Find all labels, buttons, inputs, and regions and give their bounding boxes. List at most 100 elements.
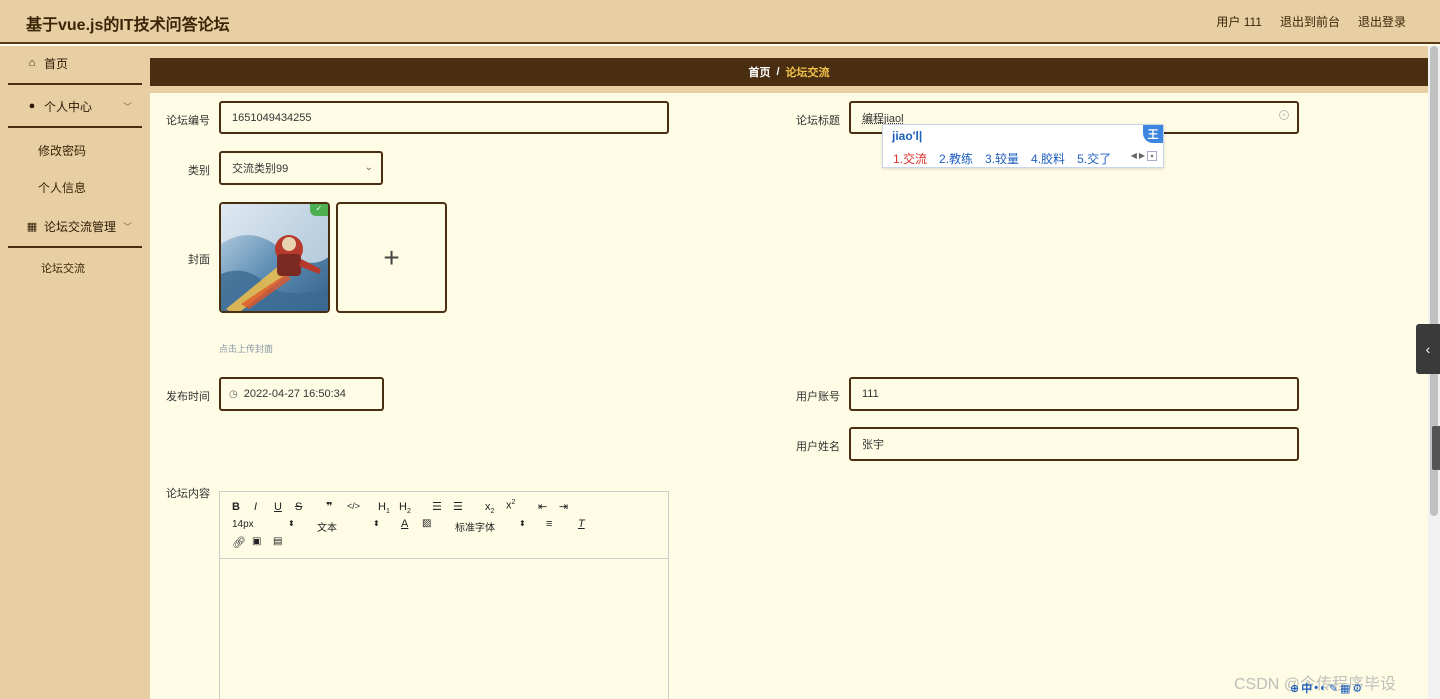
publish-time-label: 发布时间	[166, 391, 210, 403]
forum-id-label: 论坛编号	[166, 115, 210, 127]
user-icon: ●	[28, 100, 36, 112]
subscript-icon[interactable]: x2	[485, 501, 494, 515]
user-account-input[interactable]: 111	[849, 377, 1299, 411]
background-color-icon[interactable]: ▨	[422, 518, 431, 529]
editor-toolbar: B I U S ❞ </> H1 H2 ☰ ☰ x2 x2 ⇤ ⇥ 14px ⬍…	[220, 492, 668, 559]
sidebar-item-label: 个人中心	[44, 99, 93, 114]
ime-candidate[interactable]: 5.交了	[1077, 150, 1111, 167]
ime-candidate[interactable]: 4.胶料	[1031, 150, 1065, 167]
sidebar-item-label: 首页	[44, 56, 69, 71]
next-icon[interactable]: ▶	[1139, 151, 1145, 161]
clear-format-icon[interactable]: T	[578, 518, 585, 530]
prev-icon[interactable]: ◀	[1131, 151, 1137, 161]
rich-text-editor[interactable]: B I U S ❞ </> H1 H2 ☰ ☰ x2 x2 ⇤ ⇥ 14px ⬍…	[219, 491, 669, 699]
sidebar-item-personal-center[interactable]: ● 个人中心 ﹀	[8, 88, 142, 124]
align-icon[interactable]: ≡	[546, 518, 552, 530]
strike-icon[interactable]: S	[295, 501, 302, 513]
underline-icon[interactable]: U	[274, 501, 282, 513]
forum-id-input[interactable]: 1651049434255	[219, 101, 669, 134]
expand-icon[interactable]: ▾	[1147, 151, 1157, 161]
ime-candidate[interactable]: 1.交流	[893, 150, 927, 167]
italic-icon[interactable]: I	[254, 501, 257, 513]
user-name-label: 用户姓名	[796, 441, 840, 453]
check-icon: ✓	[310, 204, 328, 216]
ime-settings-icon: ⚙	[1352, 682, 1363, 695]
font-size-select[interactable]: 14px	[232, 519, 254, 530]
font-family-select[interactable]: 标准字体	[455, 519, 495, 534]
sidebar-item-personal-info[interactable]: 个人信息	[38, 179, 86, 196]
ime-candidate-popup[interactable]: jiao'l| 王 1.交流 2.教练 3.较量 4.胶料 5.交了 ◀ ▶ ▾	[882, 124, 1164, 168]
ime-punct-icon: •	[1314, 682, 1319, 694]
app-title: 基于vue.js的IT技术问答论坛	[26, 17, 230, 34]
category-value: 交流类别99	[232, 163, 289, 175]
sidebar-divider	[8, 83, 142, 85]
text-type-select[interactable]: 文本	[317, 519, 337, 534]
ime-logo-icon: ⊕	[1290, 682, 1300, 695]
ime-tools-icon: ✎	[1328, 682, 1338, 695]
user-account-label: 用户账号	[796, 391, 840, 403]
ime-candidate[interactable]: 2.教练	[939, 150, 973, 167]
sidebar-item-forum-exchange[interactable]: 论坛交流	[41, 260, 85, 276]
ime-pinyin: jiao'l|	[892, 129, 923, 143]
forum-title-label: 论坛标题	[796, 115, 840, 127]
front-link[interactable]: 退出到前台	[1280, 13, 1340, 30]
sidebar-divider	[8, 126, 142, 128]
chevron-updown-icon: ⬍	[373, 519, 380, 528]
image-icon[interactable]: ▣	[252, 536, 261, 547]
bullet-list-icon[interactable]: ☰	[453, 500, 463, 513]
cover-image[interactable]: ✓	[219, 202, 330, 313]
video-icon[interactable]: ▤	[273, 536, 282, 547]
chevron-down-icon: ﹀	[122, 222, 132, 232]
side-widget[interactable]	[1432, 426, 1440, 470]
superscript-icon[interactable]: x2	[506, 499, 515, 512]
link-icon[interactable]: 🔗︎	[232, 536, 246, 549]
sidebar-item-forum-management[interactable]: ▦ 论坛交流管理 ﹀	[8, 208, 142, 244]
ime-candidate[interactable]: 3.较量	[985, 150, 1019, 167]
logout-link[interactable]: 退出登录	[1358, 13, 1406, 30]
publish-time-value: 2022-04-27 16:50:34	[243, 388, 346, 400]
ime-skin-icon: ▦	[1339, 682, 1351, 695]
home-icon: ⌂	[28, 57, 36, 69]
category-label: 类别	[188, 165, 210, 177]
chevron-updown-icon: ⬍	[519, 519, 526, 528]
clear-icon[interactable]: ×	[1279, 110, 1289, 120]
breadcrumb: 首页 / 论坛交流	[150, 58, 1428, 86]
content-label: 论坛内容	[166, 488, 210, 500]
main-strip	[150, 86, 1428, 93]
cover-upload-hint: 点击上传封面	[219, 344, 274, 354]
grid-icon: ▦	[26, 220, 38, 233]
user-label: 用户 111	[1216, 15, 1262, 29]
ime-mode-icon: 中	[1301, 683, 1313, 695]
outdent-icon[interactable]: ⇤	[538, 500, 547, 513]
heading2-icon[interactable]: H2	[399, 501, 411, 515]
code-icon[interactable]: </>	[347, 501, 360, 511]
quote-icon[interactable]: ❞	[326, 500, 332, 513]
sidebar-item-change-password[interactable]: 修改密码	[38, 142, 86, 159]
category-select[interactable]: 交流类别99 ⌄	[219, 151, 383, 185]
ime-status-bar[interactable]: ⊕ 中 • ◐ ✎ ▦ ⚙	[1290, 678, 1362, 698]
sidebar-item-home[interactable]: ⌂ 首页	[8, 45, 142, 81]
main-top-strip	[150, 46, 1428, 58]
chevron-down-icon: ﹀	[122, 102, 132, 112]
indent-icon[interactable]: ⇥	[559, 500, 568, 513]
heading1-icon[interactable]: H1	[378, 501, 390, 515]
ime-candidates: 1.交流 2.教练 3.较量 4.胶料 5.交了	[893, 150, 1111, 167]
top-header: 基于vue.js的IT技术问答论坛 用户 111 退出到前台 退出登录	[0, 0, 1440, 44]
cover-upload-button[interactable]: +	[336, 202, 447, 313]
ordered-list-icon[interactable]: ☰	[432, 500, 442, 513]
cover-label: 封面	[188, 254, 210, 266]
font-color-icon[interactable]: A	[401, 518, 408, 530]
breadcrumb-home[interactable]: 首页	[748, 64, 770, 80]
sidebar: ⌂ 首页 ● 个人中心 ﹀ 修改密码 个人信息 ▦ 论坛交流管理 ﹀ 论坛交流	[0, 46, 150, 699]
chevron-down-icon: ⌄	[364, 162, 373, 173]
breadcrumb-current: 论坛交流	[785, 67, 830, 79]
ime-nav: ◀ ▶ ▾	[1131, 151, 1157, 161]
breadcrumb-separator: /	[776, 66, 780, 78]
chevron-left-icon[interactable]: ‹	[1416, 324, 1440, 374]
user-name-input[interactable]: 张宇	[849, 427, 1299, 461]
clock-icon: ◷	[229, 388, 238, 400]
sidebar-divider	[8, 246, 142, 248]
publish-time-input[interactable]: ◷ 2022-04-27 16:50:34	[219, 377, 384, 411]
header-links: 用户 111 退出到前台 退出登录	[1216, 13, 1406, 30]
bold-icon[interactable]: B	[232, 501, 240, 513]
